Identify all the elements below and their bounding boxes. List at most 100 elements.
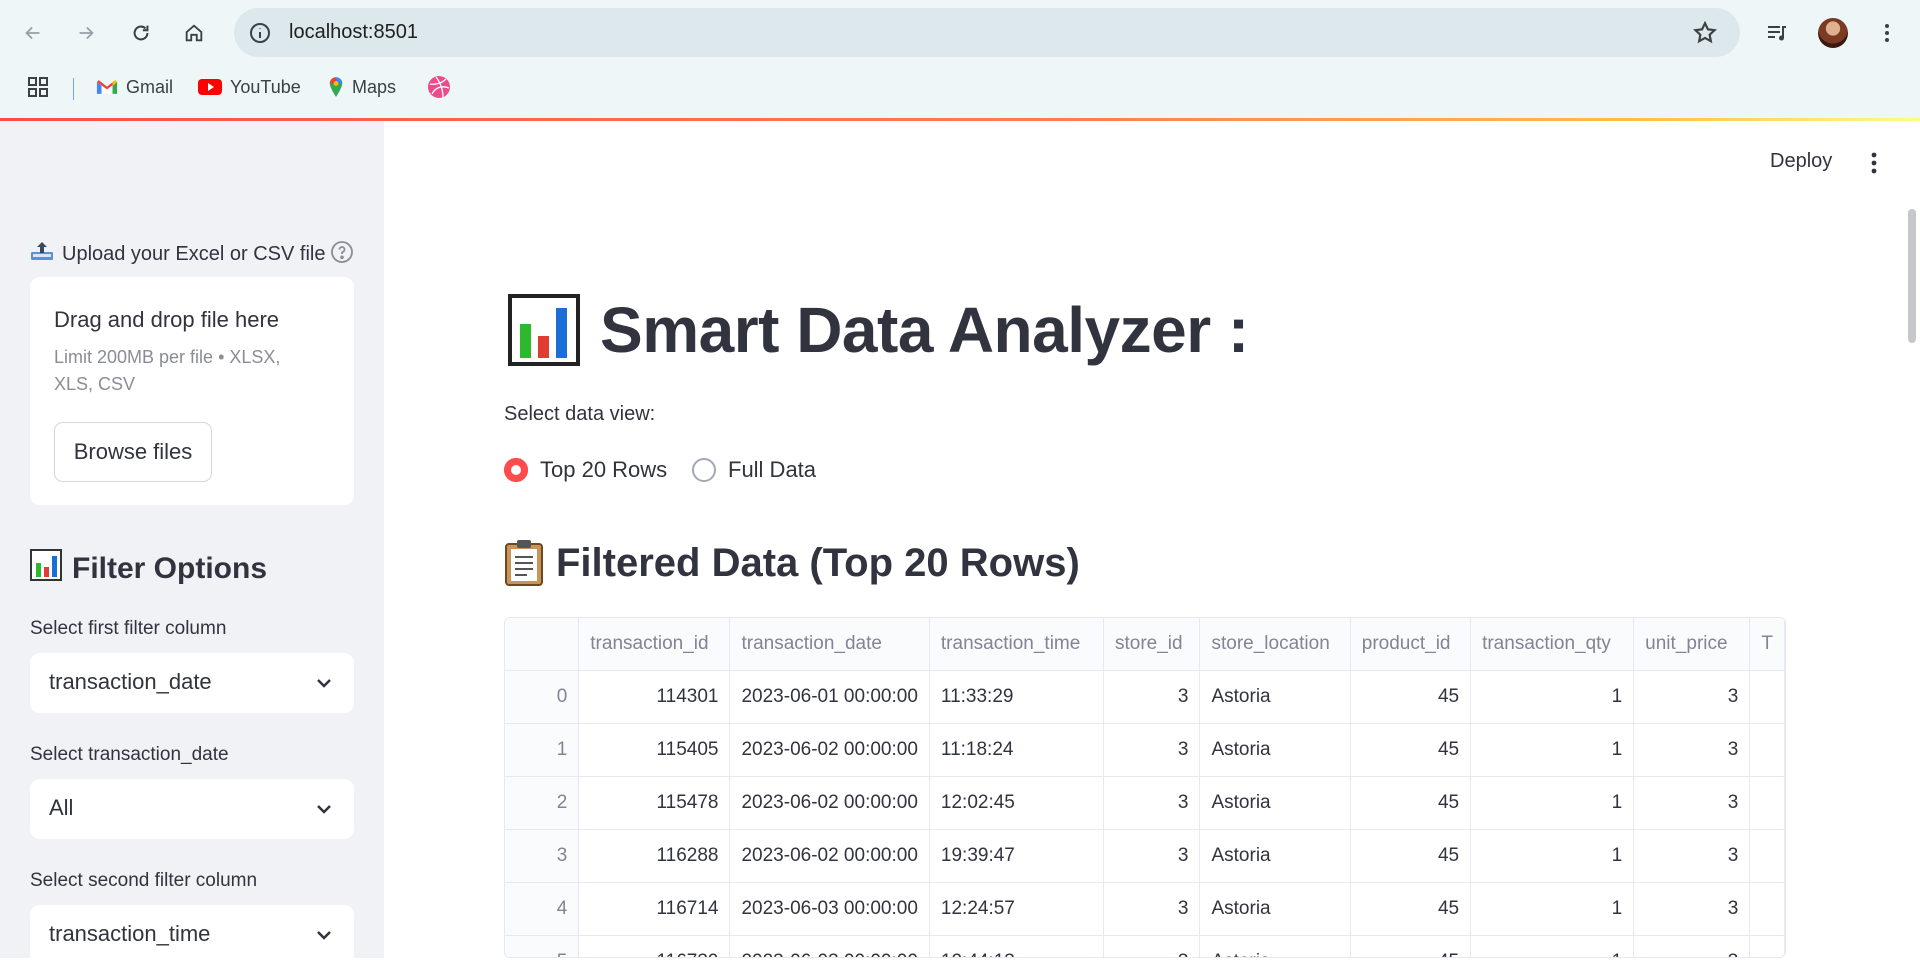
table-cell[interactable]: Astoria xyxy=(1199,776,1351,830)
table-cell[interactable]: 2023-06-03 00:00:00 xyxy=(729,882,930,936)
column-header[interactable]: transaction_id xyxy=(578,618,731,671)
table-row[interactable]: 4 116714 2023-06-03 00:00:00 12:24:57 3 Astor… xyxy=(505,882,1785,936)
table-cell[interactable]: 45 xyxy=(1350,723,1472,777)
table-cell[interactable]: 115405 xyxy=(578,723,731,777)
table-row[interactable]: 1 115405 2023-06-02 00:00:00 11:18:24 3 Astor… xyxy=(505,723,1785,777)
row-index-cell[interactable]: 0 xyxy=(505,670,580,724)
table-cell[interactable]: 45 xyxy=(1350,882,1472,936)
table-cell[interactable]: Astoria xyxy=(1199,670,1351,724)
table-cell[interactable] xyxy=(1749,776,1785,830)
table-row[interactable]: 0 114301 2023-06-01 00:00:00 11:33:29 3 Astor… xyxy=(505,670,1785,724)
table-cell[interactable]: 12:02:45 xyxy=(929,776,1104,830)
table-cell[interactable] xyxy=(1749,670,1785,724)
radio-top-20-rows[interactable]: Top 20 Rows xyxy=(504,457,667,483)
column-header[interactable]: transaction_date xyxy=(729,618,930,671)
row-index-cell[interactable]: 5 xyxy=(505,935,580,957)
table-cell[interactable]: 3 xyxy=(1633,670,1751,724)
table-cell[interactable]: 1 xyxy=(1470,723,1635,777)
table-cell[interactable]: 12:44:13 xyxy=(929,935,1104,957)
table-cell[interactable]: 3 xyxy=(1103,935,1201,957)
column-header[interactable]: transaction_qty xyxy=(1470,618,1635,671)
site-info-icon[interactable] xyxy=(248,21,272,45)
table-cell[interactable]: 45 xyxy=(1350,776,1472,830)
bookmark-gmail[interactable]: Gmail xyxy=(96,70,173,104)
filter2-select[interactable]: All xyxy=(30,779,354,839)
table-cell[interactable]: 3 xyxy=(1103,829,1201,883)
table-cell[interactable]: 45 xyxy=(1350,670,1472,724)
table-cell[interactable]: 1 xyxy=(1470,935,1635,957)
table-row[interactable]: 51167392023-06-03 00:00:0012:44:133Astor… xyxy=(505,935,1785,957)
browser-menu-icon[interactable] xyxy=(1870,16,1904,50)
back-arrow-icon[interactable] xyxy=(16,16,50,50)
page-scrollbar[interactable] xyxy=(1908,209,1916,343)
filter1-select[interactable]: transaction_date xyxy=(30,653,354,713)
row-index-cell[interactable]: 3 xyxy=(505,829,580,883)
table-cell[interactable]: Astoria xyxy=(1199,829,1351,883)
table-cell[interactable]: 3 xyxy=(1103,670,1201,724)
browse-files-button[interactable]: Browse files xyxy=(54,422,212,482)
table-cell[interactable]: 45 xyxy=(1350,935,1472,957)
table-cell[interactable]: 3 xyxy=(1633,829,1751,883)
address-bar[interactable]: localhost:8501 xyxy=(234,8,1740,57)
table-cell[interactable]: 45 xyxy=(1350,829,1472,883)
table-cell[interactable]: 11:33:29 xyxy=(929,670,1104,724)
help-question-icon[interactable] xyxy=(330,240,354,264)
row-index-cell[interactable]: 2 xyxy=(505,776,580,830)
table-cell[interactable]: 1 xyxy=(1470,670,1635,724)
table-cell[interactable]: Astoria xyxy=(1199,935,1351,957)
column-header[interactable] xyxy=(505,618,580,671)
table-cell[interactable] xyxy=(1749,882,1785,936)
table-cell[interactable]: 116288 xyxy=(578,829,731,883)
table-row[interactable]: 3 116288 2023-06-02 00:00:00 19:39:47 3 Astor… xyxy=(505,829,1785,883)
bookmark-star-icon[interactable] xyxy=(1692,20,1718,46)
column-header[interactable]: store_location xyxy=(1199,618,1351,671)
table-cell[interactable]: 2023-06-02 00:00:00 xyxy=(729,776,930,830)
table-cell[interactable]: 115478 xyxy=(578,776,731,830)
table-cell[interactable]: 19:39:47 xyxy=(929,829,1104,883)
data-table[interactable]: transaction_id transaction_date transactio… xyxy=(504,617,1786,958)
table-cell[interactable]: Astoria xyxy=(1199,723,1351,777)
table-cell[interactable]: 2023-06-02 00:00:00 xyxy=(729,723,930,777)
table-cell[interactable]: 3 xyxy=(1633,723,1751,777)
table-cell[interactable]: 2023-06-02 00:00:00 xyxy=(729,829,930,883)
url-text[interactable]: localhost:8501 xyxy=(289,21,418,44)
filter3-select[interactable]: transaction_time xyxy=(30,905,354,965)
app-menu-icon[interactable] xyxy=(1862,150,1886,176)
table-cell[interactable]: 116739 xyxy=(578,935,731,957)
column-header[interactable]: transaction_time xyxy=(929,618,1104,671)
table-cell[interactable]: 1 xyxy=(1470,829,1635,883)
table-cell[interactable] xyxy=(1749,829,1785,883)
apps-grid-icon[interactable] xyxy=(26,70,50,104)
media-controls-icon[interactable] xyxy=(1760,16,1794,50)
column-header[interactable]: store_id xyxy=(1103,618,1201,671)
bookmark-dribbble[interactable] xyxy=(427,70,459,104)
bookmark-youtube[interactable]: YouTube xyxy=(198,70,301,104)
table-cell[interactable] xyxy=(1749,723,1785,777)
profile-avatar[interactable] xyxy=(1818,18,1848,48)
column-header[interactable]: T xyxy=(1749,618,1785,671)
table-cell[interactable]: 3 xyxy=(1103,882,1201,936)
forward-arrow-icon[interactable] xyxy=(69,16,103,50)
bookmark-maps[interactable]: Maps xyxy=(328,70,396,104)
table-cell[interactable]: Astoria xyxy=(1199,882,1351,936)
home-icon[interactable] xyxy=(177,16,211,50)
table-cell[interactable]: 11:18:24 xyxy=(929,723,1104,777)
table-cell[interactable]: 114301 xyxy=(578,670,731,724)
table-cell[interactable]: 1 xyxy=(1470,882,1635,936)
table-cell[interactable]: 2023-06-03 00:00:00 xyxy=(729,935,930,957)
table-cell[interactable]: 3 xyxy=(1103,723,1201,777)
deploy-button[interactable]: Deploy xyxy=(1770,150,1832,173)
table-cell[interactable]: 12:24:57 xyxy=(929,882,1104,936)
table-cell[interactable]: 3 xyxy=(1633,935,1751,957)
table-cell[interactable]: 116714 xyxy=(578,882,731,936)
table-cell[interactable]: 2023-06-01 00:00:00 xyxy=(729,670,930,724)
table-cell[interactable]: 3 xyxy=(1633,882,1751,936)
column-header[interactable]: product_id xyxy=(1350,618,1472,671)
row-index-cell[interactable]: 4 xyxy=(505,882,580,936)
table-cell[interactable]: 3 xyxy=(1103,776,1201,830)
file-dropzone[interactable]: Drag and drop file here Limit 200MB per … xyxy=(30,277,354,505)
table-cell[interactable]: 3 xyxy=(1633,776,1751,830)
table-cell[interactable]: 1 xyxy=(1470,776,1635,830)
row-index-cell[interactable]: 1 xyxy=(505,723,580,777)
radio-full-data[interactable]: Full Data xyxy=(692,457,816,483)
